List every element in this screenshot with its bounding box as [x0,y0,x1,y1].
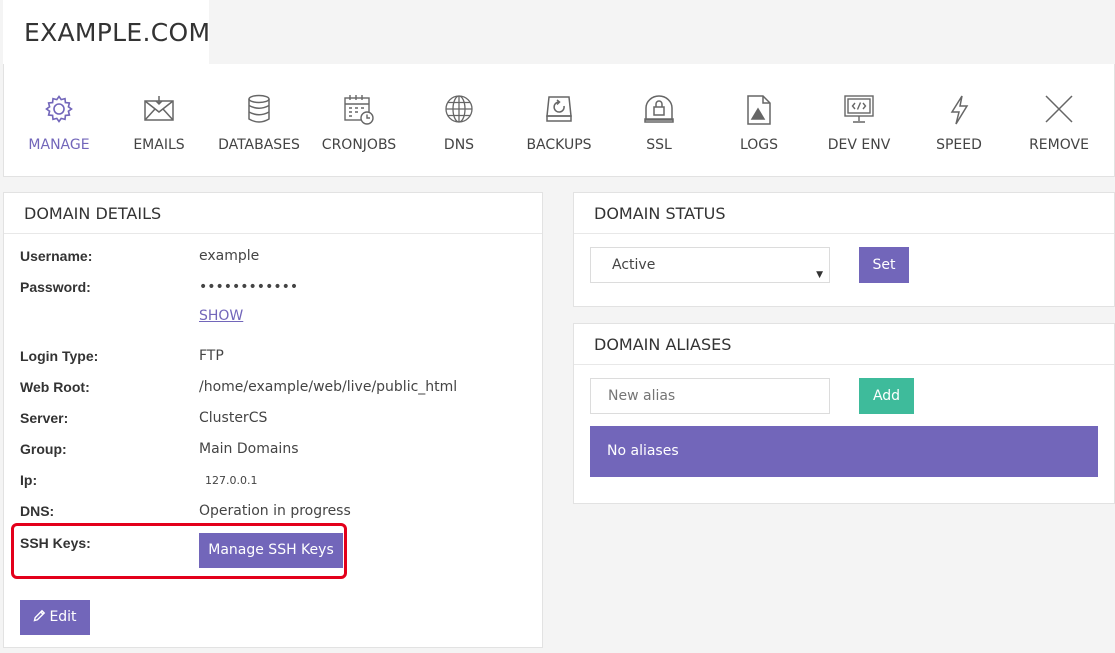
add-alias-button[interactable]: Add [859,378,914,414]
new-alias-input[interactable] [590,378,830,414]
dns-label: DNS: [20,503,55,519]
monitor-code-icon [844,95,874,123]
ssh-keys-highlight [11,523,347,579]
server-value: ClusterCS [199,410,268,426]
login-type-value: FTP [199,348,224,364]
password-value: •••••••••••• [199,279,299,295]
caret-down-icon: ▼ [816,270,823,280]
nav-label: DATABASES [218,137,300,153]
pencil-icon [33,609,46,622]
domain-details-panel: DOMAIN DETAILS Username: example Passwor… [3,192,543,648]
nav-label: DEV ENV [827,137,891,153]
nav-label: LOGS [739,137,779,153]
log-file-icon [747,95,771,125]
nav-label: BACKUPS [526,137,592,153]
panel-title: DOMAIN DETAILS [4,193,542,234]
close-icon [1045,95,1073,123]
backup-drive-icon [546,96,572,122]
nav-label: SSL [646,137,672,153]
server-label: Server: [20,410,69,426]
group-value: Main Domains [199,441,299,457]
nav-manage[interactable]: MANAGE [9,64,109,177]
domain-status-select[interactable]: Active ▼ [590,247,830,283]
show-password-link[interactable]: SHOW [199,308,243,324]
nav-dev-env[interactable]: DEV ENV [809,64,909,177]
nav-cronjobs[interactable]: CRONJOBS [309,64,409,177]
ip-label: Ip: [20,472,38,488]
nav-label: EMAILS [133,137,185,153]
nav-label: MANAGE [28,137,90,153]
web-root-value: /home/example/web/live/public_html [199,379,458,395]
globe-icon [445,95,473,123]
group-label: Group: [20,441,67,457]
username-label: Username: [20,248,93,264]
gear-icon [45,95,73,123]
set-status-button[interactable]: Set [859,247,909,283]
domain-aliases-panel: DOMAIN ALIASES Add No aliases [573,323,1115,504]
ip-value: 127.0.0.1 [205,474,258,487]
domain-status-panel: DOMAIN STATUS Active ▼ Set [573,192,1115,307]
username-value: example [199,248,260,264]
nav-label: SPEED [936,137,982,153]
site-title-box: EXAMPLE.COM [3,0,211,65]
dns-value: Operation in progress [199,503,351,519]
panel-title: DOMAIN STATUS [574,193,1114,234]
lock-icon [644,95,674,123]
no-aliases-message: No aliases [590,426,1098,477]
panel-title: DOMAIN ALIASES [574,324,1114,365]
password-label: Password: [20,279,91,295]
nav-backups[interactable]: BACKUPS [509,64,609,177]
edit-button[interactable]: Edit [20,600,90,635]
domain-status-selected: Active [612,257,656,273]
edit-button-label: Edit [49,609,77,625]
nav-bar: MANAGE EMAILS DATABASES CRONJOBS DNS BAC… [3,64,1115,177]
nav-speed[interactable]: SPEED [909,64,1009,177]
envelope-icon [144,96,174,121]
nav-label: DNS [443,137,475,153]
database-icon [248,94,270,123]
nav-label: CRONJOBS [321,137,397,153]
calendar-clock-icon [344,95,374,125]
web-root-label: Web Root: [20,379,90,395]
login-type-label: Login Type: [20,348,99,364]
nav-remove[interactable]: REMOVE [1009,64,1109,177]
site-title: EXAMPLE.COM [24,18,211,47]
nav-emails[interactable]: EMAILS [109,64,209,177]
nav-label: REMOVE [1029,137,1089,153]
nav-dns[interactable]: DNS [409,64,509,177]
nav-ssl[interactable]: SSL [609,64,709,177]
lightning-icon [950,95,969,125]
nav-databases[interactable]: DATABASES [209,64,309,177]
nav-logs[interactable]: LOGS [709,64,809,177]
